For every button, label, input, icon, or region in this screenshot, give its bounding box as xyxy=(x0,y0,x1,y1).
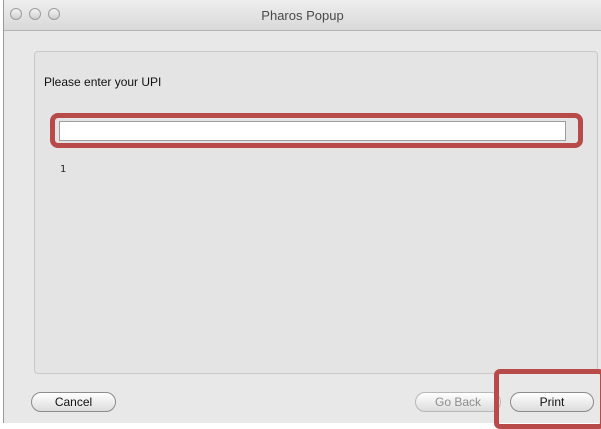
cancel-button[interactable]: Cancel xyxy=(31,392,116,412)
content-panel: Please enter your UPI 1 xyxy=(34,51,598,374)
title-bar: Pharos Popup xyxy=(4,0,601,31)
upi-prompt-label: Please enter your UPI xyxy=(44,75,162,89)
character-counter: 1 xyxy=(60,164,67,175)
print-button-highlight xyxy=(494,369,601,429)
upi-input[interactable] xyxy=(59,121,566,141)
go-back-button[interactable]: Go Back xyxy=(415,392,501,412)
pharos-popup-window: Pharos Popup Please enter your UPI 1 Can… xyxy=(3,0,601,429)
window-title: Pharos Popup xyxy=(261,8,344,23)
